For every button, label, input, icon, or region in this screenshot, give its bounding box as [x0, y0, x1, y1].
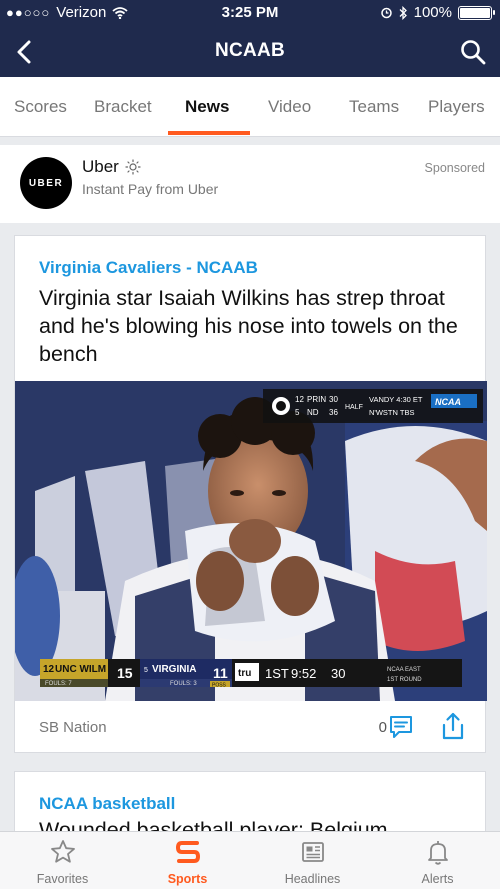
- sponsored-ad[interactable]: UBER Uber Instant Pay from Uber Sponsore…: [0, 145, 500, 223]
- comment-icon[interactable]: [387, 713, 415, 741]
- active-tab-indicator: [168, 131, 250, 135]
- corner-period: HALF: [345, 404, 363, 411]
- scorebug-left-seed: 12: [43, 664, 55, 675]
- trutv-logo: tru: [238, 668, 251, 679]
- corner-line1-team: PRIN: [307, 395, 326, 404]
- battery-percent: 100%: [413, 4, 452, 21]
- tab-bracket[interactable]: Bracket: [94, 97, 152, 117]
- corner-line2-team: ND: [307, 408, 319, 417]
- tab-scores[interactable]: Scores: [14, 97, 67, 117]
- bottom-tab-bar: Favorites Sports Headlines Alerts: [0, 831, 500, 889]
- article-footer: SB Nation 0: [15, 701, 487, 754]
- corner-line1-score: 30: [329, 395, 338, 404]
- broadcast-frame: 12 PRIN 30 5 ND 36 HALF VANDY 4:30 ET N'…: [15, 381, 487, 701]
- sports-s-icon: [175, 841, 200, 863]
- status-bar: ●●○○○ Verizon 3:25 PM 100%: [0, 0, 500, 26]
- ad-title: Uber: [82, 157, 119, 176]
- page-title: NCAAB: [214, 40, 286, 61]
- article-headline[interactable]: Virginia star Isaiah Wilkins has strep t…: [39, 284, 459, 368]
- bottom-tab-alerts[interactable]: Alerts: [375, 838, 500, 886]
- sponsored-label: Sponsored: [424, 161, 485, 175]
- article-source[interactable]: SB Nation: [39, 719, 107, 736]
- bottom-tab-label: Favorites: [36, 872, 89, 886]
- comment-count: 0: [378, 719, 387, 736]
- section-tabs: Scores Bracket News Video Teams Players: [0, 77, 500, 137]
- article-card[interactable]: Virginia Cavaliers - NCAAB Virginia star…: [14, 235, 487, 754]
- status-right: 100%: [380, 4, 495, 21]
- ad-subtitle: Instant Pay from Uber: [82, 181, 219, 197]
- tab-teams[interactable]: Teams: [349, 97, 399, 117]
- scorebug-right-team: VIRGINIA: [152, 664, 196, 675]
- top-header: ●●○○○ Verizon 3:25 PM 100% NCAAB: [0, 0, 500, 77]
- bottom-tab-label: Headlines: [284, 872, 341, 886]
- tab-news[interactable]: News: [185, 97, 229, 117]
- corner-game2-line2: N'WSTN TBS: [369, 408, 414, 417]
- sun-icon: [125, 159, 141, 175]
- bottom-tab-label: Sports: [167, 872, 208, 886]
- corner-line2-seed: 5: [295, 408, 300, 417]
- scorebug-left-score: 15: [117, 665, 133, 681]
- ncaa-logo: NCAA: [435, 397, 461, 407]
- nav-bar: NCAAB: [0, 26, 500, 77]
- scorebug-left-fouls: FOULS: 7: [45, 681, 72, 687]
- battery-icon: [458, 5, 495, 20]
- article-category[interactable]: Virginia Cavaliers - NCAAB: [39, 258, 258, 278]
- tab-players[interactable]: Players: [428, 97, 485, 117]
- corner-game2-line1: VANDY 4:30 ET: [369, 395, 423, 404]
- scorebug-right-fouls: FOULS: 3: [170, 681, 197, 687]
- alarm-clock-icon: [380, 7, 392, 19]
- scorebug-period: 1ST: [265, 666, 289, 681]
- article-category[interactable]: NCAA basketball: [39, 794, 175, 814]
- scorebug-region: NCAA EAST: [387, 667, 421, 673]
- bottom-tab-sports[interactable]: Sports: [125, 838, 250, 886]
- scorebug-possession: POSS: [212, 683, 227, 689]
- ad-name: Uber: [82, 157, 141, 177]
- search-icon[interactable]: [458, 37, 488, 67]
- scorebug-right-seed: 5: [144, 667, 148, 674]
- bottom-tab-label: Alerts: [421, 872, 454, 886]
- bell-icon: [427, 841, 448, 865]
- corner-line2-score: 36: [329, 408, 338, 417]
- tab-video[interactable]: Video: [268, 97, 311, 117]
- scorebug-right-score: 11: [213, 665, 228, 681]
- scorebug-clock: 9:52: [291, 666, 316, 681]
- bottom-tab-favorites[interactable]: Favorites: [0, 838, 125, 886]
- scorebug-shot-clock: 30: [331, 666, 345, 681]
- star-icon: [50, 840, 75, 863]
- newspaper-icon: [301, 842, 324, 862]
- article-image[interactable]: 12 PRIN 30 5 ND 36 HALF VANDY 4:30 ET N'…: [15, 381, 487, 701]
- bottom-tab-headlines[interactable]: Headlines: [250, 838, 375, 886]
- corner-line1-seed: 12: [295, 395, 304, 404]
- scorebug-left-team: UNC WILM: [55, 664, 106, 675]
- bluetooth-icon: [399, 5, 407, 20]
- scorebug-round: 1ST ROUND: [387, 677, 422, 683]
- uber-logo: UBER: [20, 157, 72, 209]
- share-icon[interactable]: [439, 711, 467, 741]
